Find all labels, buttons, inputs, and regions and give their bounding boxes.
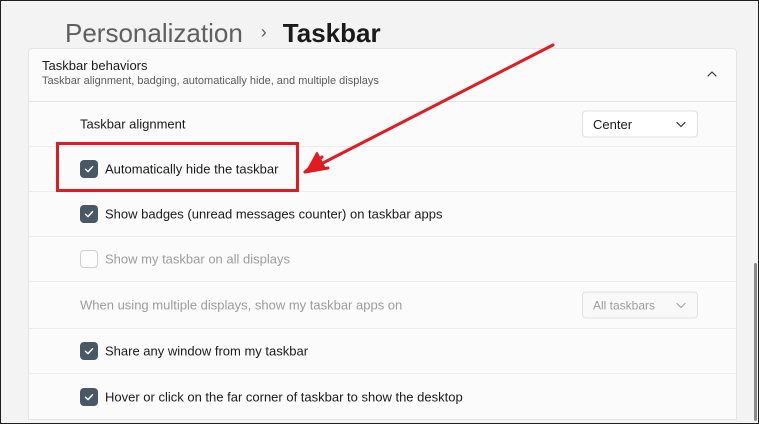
breadcrumb: Personalization › Taskbar [65, 15, 381, 51]
breadcrumb-personalization[interactable]: Personalization [65, 18, 243, 49]
multi-display-dropdown: All taskbars [582, 291, 698, 319]
taskbar-behaviors-header[interactable]: Taskbar behaviors Taskbar alignment, bad… [28, 48, 737, 102]
badges-row: Show badges (unread messages counter) on… [28, 192, 737, 237]
taskbar-alignment-dropdown[interactable]: Center [582, 110, 698, 138]
checkmark-icon [84, 210, 94, 218]
far-corner-checkbox[interactable] [80, 387, 98, 406]
section-subtitle: Taskbar alignment, badging, automaticall… [42, 75, 379, 87]
checkmark-icon [84, 347, 94, 355]
breadcrumb-separator-icon: › [260, 21, 267, 42]
all-displays-checkbox [80, 250, 98, 268]
multi-display-label: When using multiple displays, show my ta… [80, 297, 403, 313]
far-corner-row: Hover or click on the far corner of task… [28, 374, 737, 420]
multi-display-value: All taskbars [593, 298, 656, 312]
multi-display-row: When using multiple displays, show my ta… [28, 282, 737, 329]
taskbar-behaviors-section: Taskbar behaviors Taskbar alignment, bad… [28, 48, 737, 420]
checkmark-icon [84, 393, 94, 400]
page-title: Taskbar [282, 17, 381, 48]
badges-checkbox[interactable] [80, 205, 98, 223]
checkmark-icon [84, 165, 94, 173]
chevron-down-icon [675, 118, 687, 130]
share-window-row: Share any window from my taskbar [28, 329, 737, 374]
chevron-down-icon [675, 299, 687, 311]
share-window-label: Share any window from my taskbar [105, 343, 309, 359]
far-corner-label: Hover or click on the far corner of task… [105, 389, 463, 404]
taskbar-alignment-row: Taskbar alignment Center [28, 102, 737, 147]
taskbar-alignment-value: Center [593, 116, 633, 132]
all-displays-row: Show my taskbar on all displays [28, 237, 737, 282]
collapse-button[interactable] [702, 64, 722, 84]
all-displays-label: Show my taskbar on all displays [105, 251, 290, 267]
share-window-checkbox[interactable] [80, 342, 98, 360]
auto-hide-row: Automatically hide the taskbar [28, 147, 737, 192]
settings-window: Personalization › Taskbar Taskbar behavi… [0, 0, 759, 424]
auto-hide-label: Automatically hide the taskbar [105, 161, 279, 177]
scrollbar[interactable] [754, 263, 757, 421]
auto-hide-checkbox[interactable] [80, 160, 98, 178]
chevron-up-icon [707, 71, 717, 77]
section-title: Taskbar behaviors [42, 58, 148, 73]
taskbar-alignment-label: Taskbar alignment [80, 116, 186, 132]
badges-label: Show badges (unread messages counter) on… [105, 206, 443, 222]
